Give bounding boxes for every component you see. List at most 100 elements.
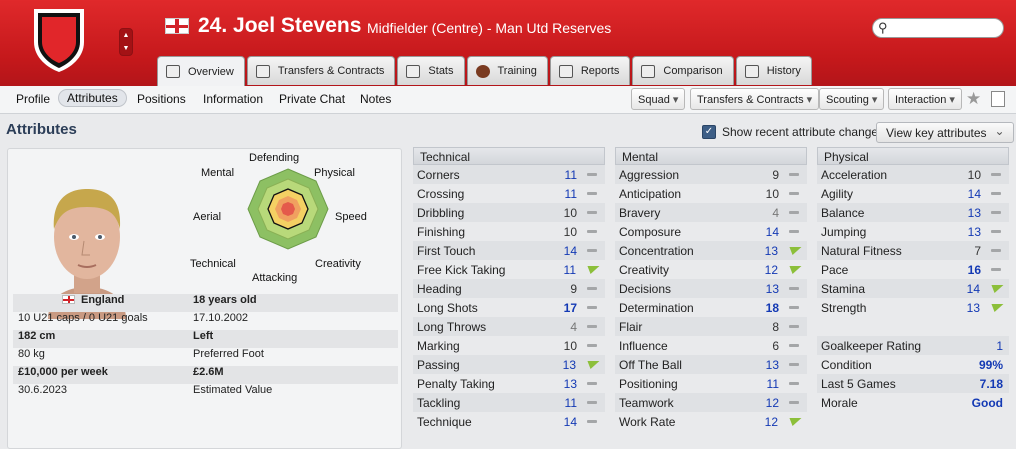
trend-same-icon — [991, 249, 1001, 252]
attribute-name: Marking — [417, 338, 460, 353]
attribute-value: 10 — [563, 205, 577, 220]
trend-same-icon — [587, 420, 597, 423]
search-icon: ⚲ — [878, 20, 888, 35]
attribute-value: 10 — [967, 167, 981, 182]
attribute-row: Anticipation 10 — [615, 184, 807, 203]
attribute-row: Positioning 11 — [615, 374, 807, 393]
view-key-attributes-button[interactable]: View key attributes — [876, 122, 1014, 143]
attribute-row: Teamwork 12 — [615, 393, 807, 412]
weight: 80 kg — [18, 348, 45, 360]
attribute-row: Pace 16 — [817, 260, 1009, 279]
attribute-name: Bravery — [619, 205, 661, 220]
attribute-value: 17 — [563, 300, 577, 315]
trend-same-icon — [789, 401, 799, 404]
star-icon[interactable]: ★ — [966, 89, 981, 109]
attribute-value: 7 — [974, 243, 981, 258]
trend-same-icon — [587, 306, 597, 309]
show-recent-checkbox[interactable]: ✓ — [702, 125, 716, 139]
attribute-name: Jumping — [821, 224, 867, 239]
tab-training[interactable]: Training — [466, 56, 548, 85]
attribute-name: Heading — [417, 281, 462, 296]
attribute-row: Penalty Taking 13 — [413, 374, 605, 393]
attribute-row: Strength 13 — [817, 298, 1009, 317]
search-input[interactable]: ⚲ — [872, 18, 1004, 38]
trend-same-icon — [789, 211, 799, 214]
trend-same-icon — [991, 211, 1001, 214]
attribute-row: Crossing 11 — [413, 184, 605, 203]
trend-same-icon — [991, 173, 1001, 176]
attribute-value: 13 — [967, 224, 981, 239]
interaction-dropdown[interactable]: Interaction — [888, 88, 962, 110]
attribute-name: Anticipation — [619, 186, 682, 201]
attribute-row: Determination 18 — [615, 298, 807, 317]
subnav-information[interactable]: Information — [203, 92, 263, 106]
transfers-dropdown[interactable]: Transfers & Contracts — [690, 88, 820, 110]
info-row: 80 kg Preferred Foot — [13, 348, 398, 366]
attribute-name: Natural Fitness — [821, 243, 902, 258]
tab-history[interactable]: History — [735, 56, 812, 85]
estimated-value: £2.6M — [193, 366, 224, 378]
trend-same-icon — [789, 230, 799, 233]
attribute-value: 14 — [967, 186, 981, 201]
attribute-value: 13 — [967, 205, 981, 220]
status-value: Good — [971, 395, 1003, 410]
page-title: Attributes — [6, 121, 77, 138]
attribute-value: 12 — [765, 395, 779, 410]
subnav-notes[interactable]: Notes — [360, 92, 391, 106]
scouting-dropdown[interactable]: Scouting — [819, 88, 885, 110]
attribute-value: 4 — [772, 205, 779, 220]
attribute-row: Decisions 13 — [615, 279, 807, 298]
technical-header: Technical — [413, 147, 605, 165]
status-name: Morale — [821, 395, 858, 410]
ball-icon — [475, 64, 490, 78]
status-name: Last 5 Games — [821, 376, 896, 391]
tab-reports[interactable]: Reports — [549, 56, 631, 85]
trend-same-icon — [587, 192, 597, 195]
player-nav-arrows[interactable]: ▲ ▼ — [119, 28, 133, 56]
nationality: England — [13, 294, 193, 312]
attribute-value: 13 — [563, 376, 577, 391]
attribute-row: Creativity 12 — [615, 260, 807, 279]
add-note-icon[interactable] — [991, 91, 1005, 107]
player-header: ▲ ▼ 24. Joel Stevens Midfielder (Centre) … — [0, 0, 1016, 86]
attribute-row: Tackling 11 — [413, 393, 605, 412]
report-icon — [558, 64, 573, 78]
tab-overview[interactable]: Overview — [157, 56, 245, 86]
attribute-value: 11 — [564, 186, 577, 201]
attribute-row: Off The Ball 13 — [615, 355, 807, 374]
subnav-positions[interactable]: Positions — [137, 92, 186, 106]
subnav-profile[interactable]: Profile — [16, 92, 50, 106]
tab-stats[interactable]: Stats — [397, 56, 465, 85]
attribute-row: Flair 8 — [615, 317, 807, 336]
attribute-name: Flair — [619, 319, 643, 334]
trend-same-icon — [991, 268, 1001, 271]
trend-same-icon — [789, 192, 799, 195]
info-row: 30.6.2023 Estimated Value — [13, 384, 398, 402]
trend-same-icon — [789, 382, 799, 385]
stats-icon — [406, 64, 421, 78]
player-info-table: England 18 years old 10 U21 caps / 0 U21… — [13, 294, 398, 402]
attribute-value: 8 — [772, 319, 779, 334]
attribute-value: 14 — [765, 224, 779, 239]
player-subtitle: Midfielder (Centre) - Man Utd Reserves — [367, 20, 612, 36]
tab-comparison[interactable]: Comparison — [632, 56, 734, 85]
attribute-name: Teamwork — [619, 395, 674, 410]
trend-same-icon — [789, 363, 799, 366]
attribute-value: 13 — [764, 243, 778, 258]
trend-up-icon — [786, 417, 802, 426]
overview-icon — [166, 65, 180, 78]
attribute-row: Natural Fitness 7 — [817, 241, 1009, 260]
profile-panel: Defending Physical Speed Creativity Atta… — [7, 148, 402, 449]
tab-transfers[interactable]: Transfers & Contracts — [246, 56, 396, 85]
attribute-name: Decisions — [619, 281, 672, 296]
trend-same-icon — [587, 230, 597, 233]
radar-label-attacking: Attacking — [252, 272, 298, 284]
attribute-name: Concentration — [619, 243, 694, 258]
subnav-private-chat[interactable]: Private Chat — [279, 92, 345, 106]
attribute-row: Work Rate 12 — [615, 412, 807, 431]
subnav-attributes[interactable]: Attributes — [58, 89, 127, 107]
squad-dropdown[interactable]: Squad — [631, 88, 686, 110]
attribute-name: Dribbling — [417, 205, 465, 220]
attribute-name: Creativity — [619, 262, 670, 277]
attribute-name: Positioning — [619, 376, 678, 391]
